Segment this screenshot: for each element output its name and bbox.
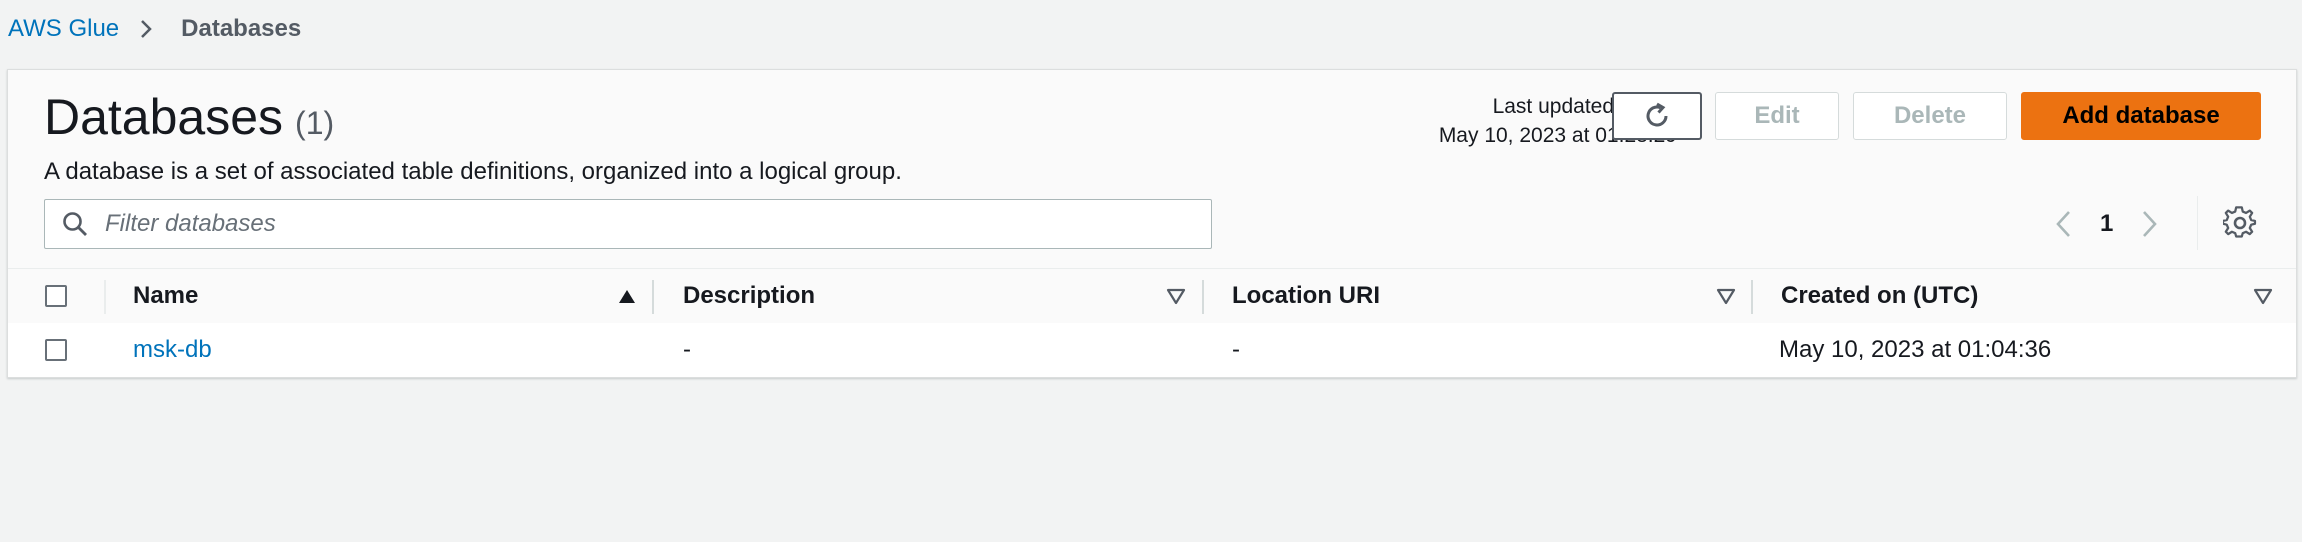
column-header-created-on[interactable]: Created on (UTC) — [1781, 269, 2281, 323]
page-title: Databases (1) — [44, 88, 334, 146]
refresh-icon — [1642, 101, 1672, 131]
database-location-uri: - — [1232, 336, 1240, 363]
sort-descending-icon[interactable] — [1166, 286, 1186, 306]
edit-button[interactable]: Edit — [1715, 92, 1839, 140]
column-header-name-label: Name — [133, 282, 199, 309]
pagination: 1 — [2050, 202, 2163, 246]
column-header-location-uri-label: Location URI — [1232, 282, 1380, 309]
sort-ascending-icon[interactable] — [617, 286, 637, 306]
table-header: Name Description Location URI Created on… — [8, 268, 2296, 324]
select-all-checkbox[interactable] — [45, 285, 67, 307]
page-title-text: Databases — [44, 89, 284, 145]
column-divider — [1202, 280, 1204, 314]
database-created-on: May 10, 2023 at 01:04:36 — [1779, 336, 2052, 363]
column-divider — [1751, 280, 1753, 314]
breadcrumb-current: Databases — [181, 15, 302, 42]
databases-panel: Databases (1) A database is a set of ass… — [7, 69, 2297, 378]
filter-databases-field — [44, 199, 1212, 249]
add-database-button[interactable]: Add database — [2021, 92, 2261, 140]
column-header-description[interactable]: Description — [683, 269, 1186, 323]
chevron-left-icon[interactable] — [2050, 207, 2078, 241]
column-header-created-on-label: Created on (UTC) — [1781, 282, 1979, 309]
chevron-right-icon[interactable] — [2135, 207, 2163, 241]
search-icon — [61, 210, 89, 238]
database-name-link[interactable]: msk-db — [133, 323, 212, 377]
refresh-button[interactable] — [1612, 92, 1702, 140]
column-header-location-uri[interactable]: Location URI — [1232, 269, 1736, 323]
delete-button[interactable]: Delete — [1853, 92, 2007, 140]
chevron-right-icon — [135, 18, 157, 40]
column-divider — [104, 280, 106, 314]
column-divider — [652, 280, 654, 314]
column-header-description-label: Description — [683, 282, 816, 309]
breadcrumb: AWS Glue Databases — [8, 14, 301, 44]
row-checkbox[interactable] — [45, 339, 67, 361]
sort-descending-icon[interactable] — [2253, 286, 2273, 306]
table-row[interactable]: msk-db - - May 10, 2023 at 01:04:36 — [8, 323, 2296, 377]
column-header-name[interactable]: Name — [133, 269, 635, 323]
sort-descending-icon[interactable] — [1716, 286, 1736, 306]
current-page-number[interactable]: 1 — [2100, 210, 2113, 238]
page-description: A database is a set of associated table … — [44, 158, 902, 185]
pagination-divider — [2197, 196, 2198, 250]
breadcrumb-aws-glue-link[interactable]: AWS Glue — [8, 15, 119, 43]
database-description: - — [683, 336, 691, 363]
filter-databases-input[interactable] — [103, 209, 1187, 239]
settings-icon[interactable] — [2223, 206, 2257, 240]
database-count: (1) — [295, 105, 335, 141]
